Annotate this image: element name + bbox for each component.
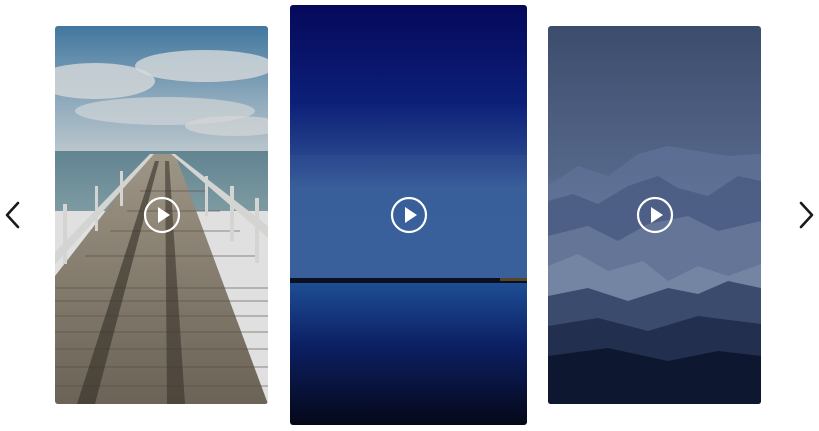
video-slide-pier[interactable] [55,26,268,404]
play-button-mountains[interactable] [636,196,674,234]
chevron-right-icon [799,201,814,229]
play-icon [143,196,180,234]
carousel-prev-button[interactable] [2,199,24,231]
video-slide-sea-horizon[interactable] [290,5,527,425]
play-icon [636,196,673,234]
carousel-next-button[interactable] [795,199,817,231]
chevron-left-icon [5,201,20,229]
video-carousel [0,0,819,431]
play-button-pier[interactable] [143,196,181,234]
play-icon [390,196,427,234]
video-slide-mountains[interactable] [548,26,761,404]
play-button-sea-horizon[interactable] [390,196,428,234]
